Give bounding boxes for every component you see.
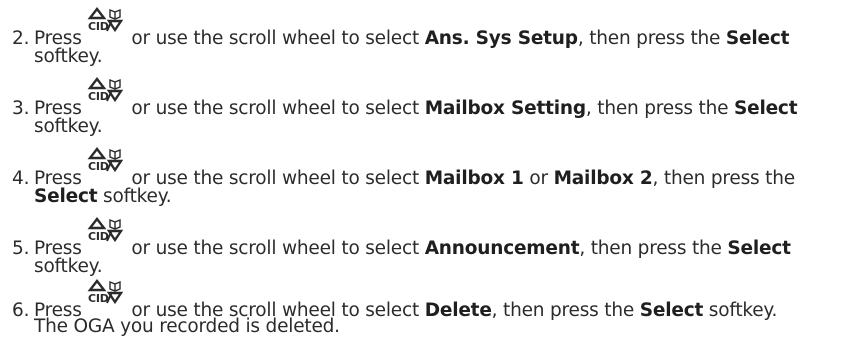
instruction-text: , then press the	[491, 300, 640, 321]
instruction-text: , then press the	[652, 168, 796, 189]
softkey-name: Select	[733, 98, 798, 119]
instruction-text: softkey.	[34, 116, 103, 137]
step-5-line-1: 5. Press CID or use the scroll wheel to se…	[12, 217, 791, 260]
cid-label: CID	[88, 160, 109, 173]
menu-option: Announcement	[424, 238, 580, 259]
instruction-text: or use the scroll wheel to select	[125, 98, 425, 119]
instruction-text: or use the scroll wheel to select	[125, 28, 425, 49]
step-number: 2.	[12, 28, 30, 49]
step-3-line-2: softkey.	[34, 116, 103, 138]
softkey-name: Select	[639, 300, 704, 321]
menu-option: Mailbox 1	[424, 168, 524, 189]
step-4-line-2: Select softkey.	[34, 186, 172, 208]
menu-option: Mailbox 2	[553, 168, 653, 189]
step-5-line-2: softkey.	[34, 256, 103, 278]
instructions-page: 2. Press CID or use the scroll wheel to se…	[0, 0, 868, 341]
step-number: 6.	[12, 300, 30, 321]
cid-up-down-nav-icon: CID	[87, 77, 123, 114]
instruction-text: softkey.	[34, 46, 103, 67]
cid-label: CID	[88, 292, 109, 305]
cid-label: CID	[88, 90, 109, 103]
step-number: 4.	[12, 168, 30, 189]
menu-option: Mailbox Setting	[424, 98, 586, 119]
menu-option: Delete	[424, 300, 492, 321]
result-text: The OGA you recorded is deleted.	[34, 316, 340, 337]
cid-label: CID	[88, 230, 109, 243]
softkey-name: Select	[727, 238, 791, 259]
cid-up-down-nav-icon: CID	[87, 279, 123, 316]
instruction-text: or use the scroll wheel to select	[125, 238, 425, 259]
cid-up-down-nav-icon: CID	[87, 147, 123, 184]
step-3-line-1: 3. Press CID or use the scroll wheel to se…	[12, 77, 798, 120]
instruction-text: , then press the	[579, 238, 728, 259]
instruction-text: softkey.	[703, 300, 778, 321]
step-2-line-1: 2. Press CID or use the scroll wheel to se…	[12, 7, 790, 50]
softkey-name: Select	[34, 186, 98, 207]
instruction-text: or	[523, 168, 554, 189]
cid-up-down-nav-icon: CID	[87, 7, 123, 44]
instruction-text: , then press the	[577, 28, 726, 49]
instruction-text: softkey.	[34, 256, 103, 277]
step-number: 3.	[12, 98, 30, 119]
cid-up-down-nav-icon: CID	[87, 217, 123, 254]
softkey-name: Select	[725, 28, 790, 49]
step-number: 5.	[12, 238, 30, 259]
instruction-text: softkey.	[97, 186, 172, 207]
instruction-text: , then press the	[585, 98, 734, 119]
step-2-line-2: softkey.	[34, 46, 103, 68]
menu-option: Ans. Sys Setup	[424, 28, 578, 49]
cid-label: CID	[88, 20, 109, 33]
step-6-line-2: The OGA you recorded is deleted.	[34, 316, 340, 338]
